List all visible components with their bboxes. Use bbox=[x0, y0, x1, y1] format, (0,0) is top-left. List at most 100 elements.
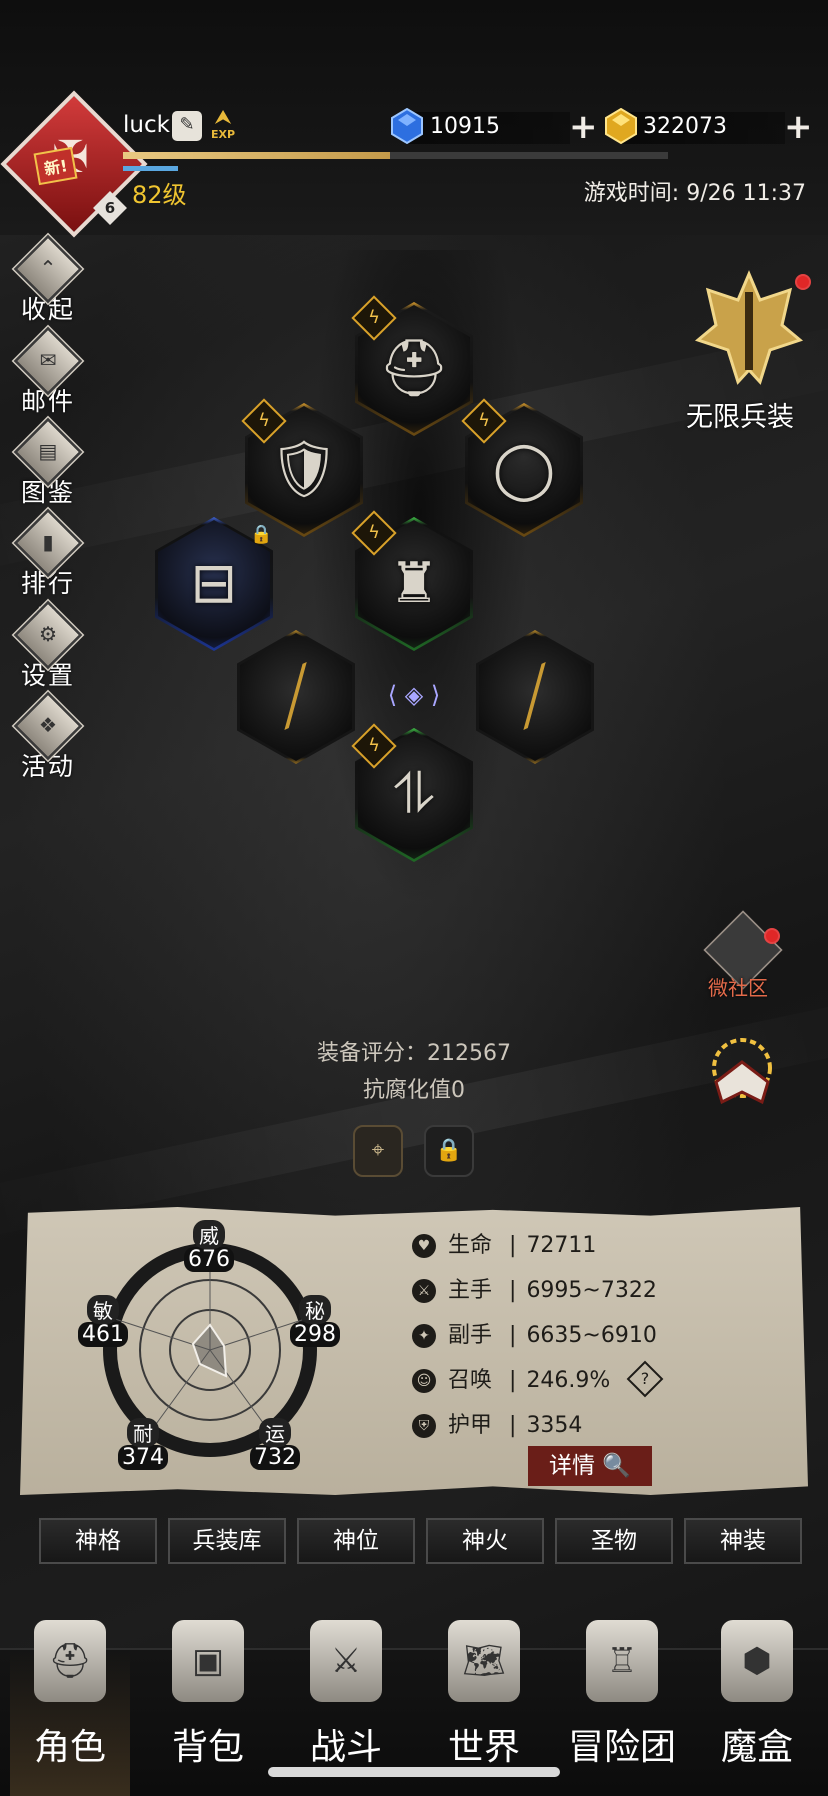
stat-value: 246.9% bbox=[526, 1368, 611, 1393]
nav-world-label: 世界 bbox=[447, 1727, 520, 1768]
menu-codex[interactable]: ▤ 图鉴 bbox=[10, 417, 86, 509]
attr-name: 威 bbox=[193, 1220, 225, 1249]
nav-battle-label: 战斗 bbox=[309, 1727, 382, 1768]
stat-label: 生命 bbox=[448, 1233, 493, 1258]
exp-bar bbox=[123, 152, 668, 159]
magic-box-icon: ⬢ bbox=[721, 1620, 793, 1702]
attr-wei: 威 676 bbox=[184, 1220, 234, 1272]
stat-separator: | bbox=[509, 1368, 517, 1393]
menu-events[interactable]: ❖ 活动 bbox=[10, 691, 86, 783]
tab-armory[interactable]: 兵装库 bbox=[168, 1518, 286, 1564]
world-map-icon: 🗺 bbox=[448, 1620, 520, 1702]
backpack-icon: ▣ bbox=[172, 1620, 244, 1702]
stat-value: 6995~7322 bbox=[526, 1278, 657, 1303]
attr-yun: 运 732 bbox=[250, 1418, 300, 1470]
gem-amount: 10915 bbox=[430, 114, 500, 139]
helmet-icon: ⛑ bbox=[34, 1620, 106, 1702]
tab-shenge[interactable]: 神格 bbox=[39, 1518, 157, 1564]
corruption-resist: 抗腐化值0 bbox=[363, 1078, 465, 1103]
chain-icon: ⟋ bbox=[256, 649, 336, 745]
stat-row-armor: ⛨ 护甲 | 3354 bbox=[412, 1411, 582, 1441]
player-name: luck bbox=[123, 112, 170, 138]
details-label: 详情 bbox=[549, 1453, 596, 1479]
stat-value: 3354 bbox=[526, 1413, 583, 1438]
infinite-weapon-label[interactable]: 无限兵装 bbox=[686, 395, 794, 434]
gold-gem-icon bbox=[605, 108, 637, 144]
attr-value: 461 bbox=[78, 1322, 128, 1347]
nav-battle[interactable]: ⚔ 战斗 bbox=[281, 1620, 411, 1770]
armor-icon: ⛨ bbox=[412, 1414, 436, 1438]
attr-value: 676 bbox=[184, 1247, 234, 1272]
menu-mail[interactable]: ✉ 邮件 bbox=[10, 326, 86, 418]
tab-relics[interactable]: 圣物 bbox=[555, 1518, 673, 1564]
stat-separator: | bbox=[509, 1413, 517, 1438]
notification-dot bbox=[764, 928, 780, 944]
nav-character-label: 角色 bbox=[33, 1727, 106, 1768]
nav-magic-box-label: 魔盒 bbox=[720, 1727, 793, 1768]
tab-shenhuo[interactable]: 神火 bbox=[426, 1518, 544, 1564]
equip-slot-left-chain[interactable]: ⟋ bbox=[237, 630, 355, 764]
gold-amount: 322073 bbox=[643, 114, 727, 139]
attr-name: 秘 bbox=[299, 1295, 331, 1324]
offhand-icon: ✦ bbox=[412, 1324, 436, 1348]
blue-gem-icon bbox=[391, 108, 423, 144]
attr-name: 敏 bbox=[87, 1295, 119, 1324]
player-level: 82级 bbox=[132, 181, 187, 209]
lock-icon: 🔒 bbox=[250, 524, 273, 545]
avatar-level: 6 bbox=[104, 199, 116, 217]
switch-diamond-icon[interactable]: ⟨ ◈ ⟩ bbox=[372, 680, 456, 710]
new-badge: 新! bbox=[33, 146, 78, 186]
attr-value: 732 bbox=[250, 1445, 300, 1470]
menu-collapse[interactable]: ⌃ 收起 bbox=[10, 234, 86, 326]
castle-icon: ♖ bbox=[586, 1620, 658, 1702]
nav-world[interactable]: 🗺 世界 bbox=[419, 1620, 549, 1770]
nav-adventure-team[interactable]: ♖ 冒险团 bbox=[557, 1620, 687, 1770]
battle-shield-icon: ⚔ bbox=[310, 1620, 382, 1702]
stat-separator: | bbox=[509, 1323, 517, 1348]
stat-row-mainhand: ⚔ 主手 | 6995~7322 bbox=[412, 1276, 657, 1306]
equip-slot-right-chain[interactable]: ⟋ bbox=[476, 630, 594, 764]
magnifier-icon: 🔍 bbox=[602, 1453, 631, 1479]
attr-nai: 耐 374 bbox=[118, 1418, 168, 1470]
attr-mi: 秘 298 bbox=[290, 1295, 340, 1347]
attr-name: 耐 bbox=[127, 1418, 159, 1447]
home-indicator[interactable] bbox=[268, 1767, 560, 1777]
add-gold-button[interactable]: + bbox=[784, 110, 813, 144]
heart-icon: ♥ bbox=[412, 1234, 436, 1258]
attr-value: 374 bbox=[118, 1445, 168, 1470]
add-gems-button[interactable]: + bbox=[569, 110, 598, 144]
chain-icon: ⟋ bbox=[495, 649, 575, 745]
secondary-progress-bar bbox=[123, 166, 178, 171]
sword-icon: ⚔ bbox=[412, 1279, 436, 1303]
stat-label: 召唤 bbox=[448, 1368, 493, 1393]
notification-dot bbox=[795, 274, 811, 290]
lock-button[interactable]: 🔒 bbox=[424, 1125, 474, 1177]
stat-separator: | bbox=[509, 1233, 517, 1258]
equipment-rating: 装备评分：212567 bbox=[317, 1041, 511, 1066]
edit-name-icon[interactable]: ✎ bbox=[172, 111, 202, 141]
nav-magic-box[interactable]: ⬢ 魔盒 bbox=[692, 1620, 822, 1770]
attr-min: 敏 461 bbox=[78, 1295, 128, 1347]
nav-character[interactable]: ⛑ 角色 bbox=[5, 1620, 135, 1770]
stat-label: 护甲 bbox=[448, 1413, 493, 1438]
nav-backpack-label: 背包 bbox=[171, 1727, 244, 1768]
details-button[interactable]: 详情 🔍 bbox=[528, 1446, 652, 1486]
stat-separator: | bbox=[509, 1278, 517, 1303]
exp-icon-label: EXP bbox=[210, 128, 236, 141]
location-pin-button[interactable]: ⌖ bbox=[353, 1125, 403, 1177]
nav-adventure-team-label: 冒险团 bbox=[567, 1727, 676, 1768]
tab-divine-gear[interactable]: 神装 bbox=[684, 1518, 802, 1564]
stat-row-summon: ☺ 召唤 | 246.9% bbox=[412, 1366, 610, 1396]
exp-icon[interactable]: ⮝ EXP bbox=[208, 108, 238, 142]
attr-name: 运 bbox=[259, 1418, 291, 1447]
stat-label: 主手 bbox=[448, 1278, 493, 1303]
nav-backpack[interactable]: ▣ 背包 bbox=[143, 1620, 273, 1770]
exp-bar-fill bbox=[123, 152, 391, 159]
summon-icon: ☺ bbox=[412, 1369, 436, 1393]
infinite-weapon-emblem-icon[interactable] bbox=[690, 270, 808, 390]
tab-shenwei[interactable]: 神位 bbox=[297, 1518, 415, 1564]
menu-settings[interactable]: ⚙ 设置 bbox=[10, 600, 86, 692]
community-label[interactable]: 微社区 bbox=[708, 972, 768, 1001]
stat-row-offhand: ✦ 副手 | 6635~6910 bbox=[412, 1321, 657, 1351]
attr-value: 298 bbox=[290, 1322, 340, 1347]
